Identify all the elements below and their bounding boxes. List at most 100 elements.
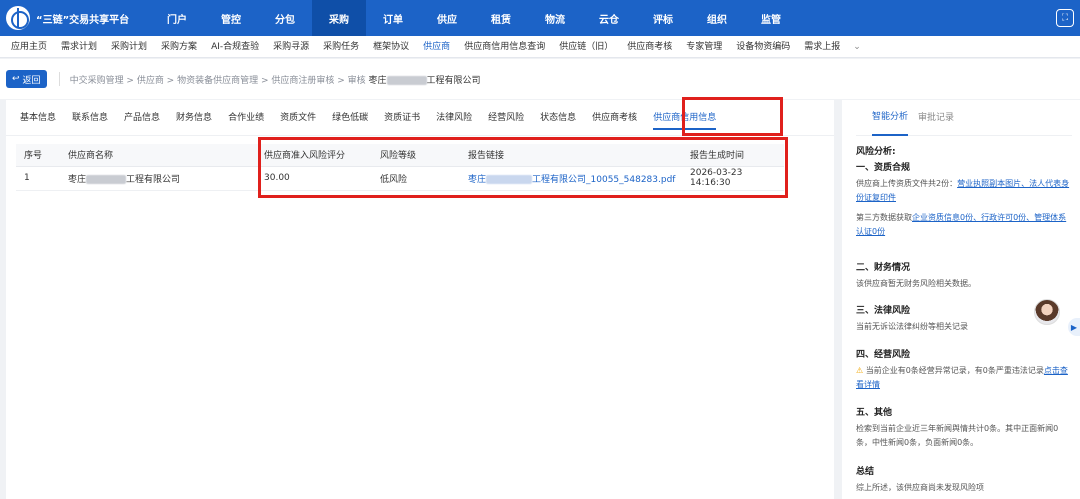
tab-9[interactable]: 法律风险 [428,100,480,136]
top-nav-item-5[interactable]: 订单 [366,0,420,36]
operation-risk-text: ⚠ 当前企业有0条经营异常记录，有0条严重违法记录点击查看详情 [856,364,1072,392]
top-nav-item-6[interactable]: 供应 [420,0,474,36]
redacted-block [86,174,127,184]
col-header-supplier-name: 供应商名称 [60,144,256,167]
warning-icon: ⚠ [856,366,864,375]
main-panel: 基本信息 联系信息 产品信息 财务信息 合作业绩 资质文件 绿色低碳 资质证书 法律风险 经营风险… [6,97,834,499]
fullscreen-icon[interactable]: ⛶ [1056,9,1074,27]
redacted-block [386,75,427,85]
sub-nav-item-6[interactable]: 采购寻源 [266,36,316,58]
top-nav-item-12[interactable]: 监管 [744,0,798,36]
finance-title: 二、财务情况 [856,263,911,273]
tab-1[interactable]: 基本信息 [12,100,64,136]
tab-6[interactable]: 资质文件 [272,100,324,136]
summary-title: 总结 [856,467,875,477]
top-nav-item-9[interactable]: 云仓 [582,0,636,36]
sub-nav-item-12[interactable]: 供应商考核 [620,36,679,58]
tab-8[interactable]: 资质证书 [376,100,428,136]
tab-4[interactable]: 财务信息 [168,100,220,136]
tab-11[interactable]: 状态信息 [532,100,584,136]
qualification-title: 一、资质合规 [856,163,911,173]
report-link-suffix: 工程有限公司_10055_548283.pdf [532,174,676,185]
back-arrow-icon: ↩ [12,74,20,84]
top-nav-item-11[interactable]: 组织 [690,0,744,36]
side-tab-1[interactable]: 智能分析 [872,100,909,136]
tab-7[interactable]: 绿色低碳 [324,100,376,136]
expand-handle-icon[interactable]: ▶ [1068,318,1080,336]
cell-index: 1 [16,166,60,191]
cell-report-time: 2026-03-23 14:16:30 [682,166,784,191]
breadcrumb-current-suffix: 工程有限公司 [426,75,481,86]
operation-risk-text-body: 当前企业有0条经营异常记录，有0条严重违法记录 [865,366,1044,375]
table-row: 1 枣庄 工程有限公司 30.00 低风险 枣庄 工程有限公司_10055_5482… [16,166,784,191]
tab-2[interactable]: 联系信息 [64,100,116,136]
analysis-heading-section: 风险分析: [856,144,1072,157]
sub-nav-item-7[interactable]: 采购任务 [316,36,366,58]
finance-text: 该供应商暂无财务风险相关数据。 [856,279,976,288]
sub-nav-item-2[interactable]: 需求计划 [54,36,104,58]
tab-13[interactable]: 供应商信用信息 [645,100,724,136]
report-pdf-link[interactable]: 枣庄 工程有限公司_10055_548283.pdf [468,174,676,185]
assistant-avatar[interactable] [1034,299,1060,325]
finance-section: 二、财务情况 该供应商暂无财务风险相关数据。 [856,260,1072,291]
sub-nav-item-11[interactable]: 供应链（旧） [552,36,620,58]
sub-nav-menu: 应用主页 需求计划 采购计划 采购方案 AI-合规查验 采购寻源 采购任务 框架协议 供应商 供应… [0,36,1080,58]
breadcrumb-bar: ↩ 返回 中交采购管理 > 供应商 > 物资装备供应商管理 > 供应商注册审核 … [0,59,1080,99]
operation-risk-title: 四、经营风险 [856,350,911,360]
table-header-row: 序号 供应商名称 供应商准入风险评分 风险等级 报告链接 报告生成时间 [16,144,784,167]
sub-nav-item-3[interactable]: 采购计划 [104,36,154,58]
breadcrumb-current: 枣庄 工程有限公司 [368,75,481,86]
sub-nav-item-1[interactable]: 应用主页 [4,36,54,58]
top-nav-item-8[interactable]: 物流 [528,0,582,36]
third-party-text: 第三方数据获取企业资质信息0份、行政许可0份、管理体系认证0份 [856,211,1072,239]
breadcrumb-path[interactable]: 中交采购管理 > 供应商 > 物资装备供应商管理 > 供应商注册审核 > 审核 [70,76,366,86]
summary-text: 综上所述，该供应商尚未发现风险项 [856,483,984,492]
credit-info-table: 序号 供应商名称 供应商准入风险评分 风险等级 报告链接 报告生成时间 1 枣庄… [16,144,784,191]
top-nav-item-1[interactable]: 门户 [150,0,204,36]
qualification-text-body: 供应商上传资质文件共2份： [856,179,958,188]
sub-nav-more-icon[interactable]: ⌄ [847,42,867,52]
top-nav-item-3[interactable]: 分包 [258,0,312,36]
platform-logo-icon [6,6,30,30]
top-nav-item-7[interactable]: 租赁 [474,0,528,36]
side-tab-2[interactable]: 审批记录 [918,100,954,136]
top-nav-item-2[interactable]: 管控 [204,0,258,36]
sub-nav-item-15[interactable]: 需求上报 [797,36,847,58]
sub-nav-item-13[interactable]: 专家管理 [679,36,729,58]
side-panel-tabs: 智能分析 审批记录 [856,100,1072,136]
back-button[interactable]: ↩ 返回 [6,70,47,88]
top-nav-item-4[interactable]: 采购 [312,0,366,36]
sub-nav-item-4[interactable]: 采购方案 [154,36,204,58]
supplier-name-prefix: 枣庄 [68,174,87,185]
tab-3[interactable]: 产品信息 [116,100,168,136]
sub-nav-item-5[interactable]: AI-合规查验 [204,36,266,58]
redacted-block [486,174,533,184]
tab-12[interactable]: 供应商考核 [584,100,645,136]
report-link-prefix: 枣庄 [468,174,487,185]
breadcrumb-divider [58,72,60,86]
operation-risk-section: 四、经营风险 ⚠ 当前企业有0条经营异常记录，有0条严重违法记录点击查看详情 [856,347,1072,392]
sub-nav-item-14[interactable]: 设备物资编码 [729,36,797,58]
breadcrumb-current-prefix: 枣庄 [368,75,387,86]
platform-logo[interactable]: “三链”交易共享平台 [0,6,150,30]
breadcrumb: 中交采购管理 > 供应商 > 物资装备供应商管理 > 供应商注册审核 > 审核 … [70,73,481,86]
other-text: 检索到当前企业近三年新闻舆情共计0条。其中正面新闻0条，中性新闻0条，负面新闻0… [856,424,1059,447]
cell-supplier-name: 枣庄 工程有限公司 [60,166,256,191]
col-header-risk-score: 供应商准入风险评分 [256,144,372,167]
supplier-detail-tabs: 基本信息 联系信息 产品信息 财务信息 合作业绩 资质文件 绿色低碳 资质证书 法律风险 经营风险… [6,100,834,136]
tab-10[interactable]: 经营风险 [480,100,532,136]
top-nav-menu: 门户 管控 分包 采购 订单 供应 租赁 物流 云仓 评标 组织 监管 [150,0,798,36]
back-button-label: 返回 [22,75,41,86]
col-header-report-link: 报告链接 [460,144,682,167]
platform-title: “三链”交易共享平台 [36,14,130,26]
cell-risk-score: 30.00 [256,166,372,191]
sub-nav-item-8[interactable]: 框架协议 [366,36,416,58]
sub-nav-item-9[interactable]: 供应商 [416,36,457,58]
summary-section: 总结 综上所述，该供应商尚未发现风险项 [856,464,1072,495]
top-nav-item-10[interactable]: 评标 [636,0,690,36]
tab-5[interactable]: 合作业绩 [220,100,272,136]
col-header-index: 序号 [16,144,60,167]
qualification-text: 供应商上传资质文件共2份：营业执照副本图片、法人代表身份证复印件 [856,177,1072,205]
sub-nav-item-10[interactable]: 供应商信用信息查询 [457,36,552,58]
analysis-heading: 风险分析: [856,147,896,157]
